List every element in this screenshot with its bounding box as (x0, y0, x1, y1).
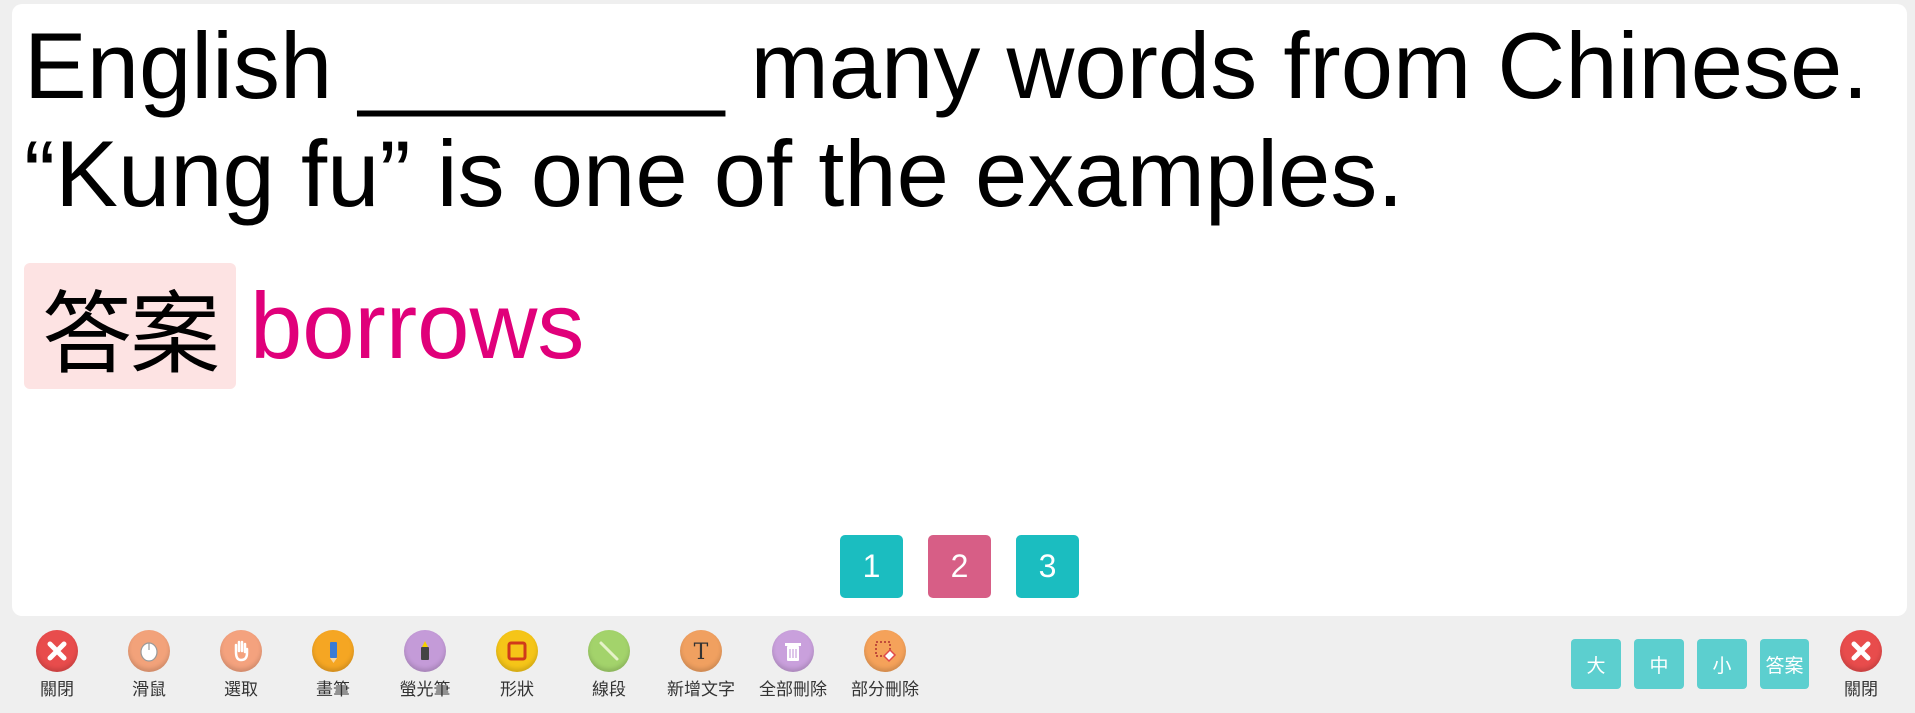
size-small-button[interactable]: 小 (1697, 639, 1747, 689)
close-icon (1840, 630, 1882, 672)
eraser-icon (864, 630, 906, 672)
question-text: English _______ many words from Chinese.… (24, 13, 1869, 226)
shape-tool-button[interactable]: 形狀 (471, 630, 563, 700)
text-icon: T (680, 630, 722, 672)
mouse-icon (128, 630, 170, 672)
trash-icon (772, 630, 814, 672)
line-tool-button[interactable]: 線段 (563, 630, 655, 700)
line-icon (588, 630, 630, 672)
line-label: 線段 (592, 680, 626, 700)
page-button-2[interactable]: 2 (928, 535, 991, 598)
pen-icon (312, 630, 354, 672)
page-button-3[interactable]: 3 (1016, 535, 1079, 598)
delete-all-label: 全部刪除 (759, 680, 827, 700)
select-tool-button[interactable]: 選取 (195, 630, 287, 700)
mouse-tool-button[interactable]: 滑鼠 (103, 630, 195, 700)
answer-badge: 答案 (24, 263, 236, 389)
close-button-right[interactable]: 關閉 (1815, 630, 1907, 700)
answer-text: borrows (250, 273, 585, 378)
page-selector: 1 2 3 (840, 535, 1079, 598)
close-button[interactable]: 關閉 (11, 630, 103, 700)
shape-label: 形狀 (500, 680, 534, 700)
select-label: 選取 (224, 680, 258, 700)
highlighter-label: 螢光筆 (399, 680, 451, 700)
page-button-1[interactable]: 1 (840, 535, 903, 598)
mouse-label: 滑鼠 (132, 680, 166, 700)
partial-delete-label: 部分刪除 (851, 680, 919, 700)
highlighter-tool-button[interactable]: 螢光筆 (379, 630, 471, 700)
shape-icon (496, 630, 538, 672)
close-right-label: 關閉 (1844, 680, 1878, 700)
partial-delete-button[interactable]: 部分刪除 (839, 630, 931, 700)
size-large-button[interactable]: 大 (1571, 639, 1621, 689)
svg-text:T: T (694, 640, 709, 664)
pen-tool-button[interactable]: 畫筆 (287, 630, 379, 700)
bottom-toolbar: 關閉 滑鼠 選取 畫筆 螢光筆 形狀 線段 T 新增文字 全部刪除 部分刪除 大… (0, 622, 1915, 713)
size-medium-button[interactable]: 中 (1634, 639, 1684, 689)
delete-all-button[interactable]: 全部刪除 (747, 630, 839, 700)
close-icon (36, 630, 78, 672)
answer-row: 答案 borrows (24, 263, 584, 389)
hand-icon (220, 630, 262, 672)
answer-button[interactable]: 答案 (1760, 639, 1809, 689)
add-text-label: 新增文字 (667, 680, 735, 700)
highlighter-icon (404, 630, 446, 672)
add-text-tool-button[interactable]: T 新增文字 (655, 630, 747, 700)
pen-label: 畫筆 (316, 680, 350, 700)
close-label: 關閉 (40, 680, 74, 700)
